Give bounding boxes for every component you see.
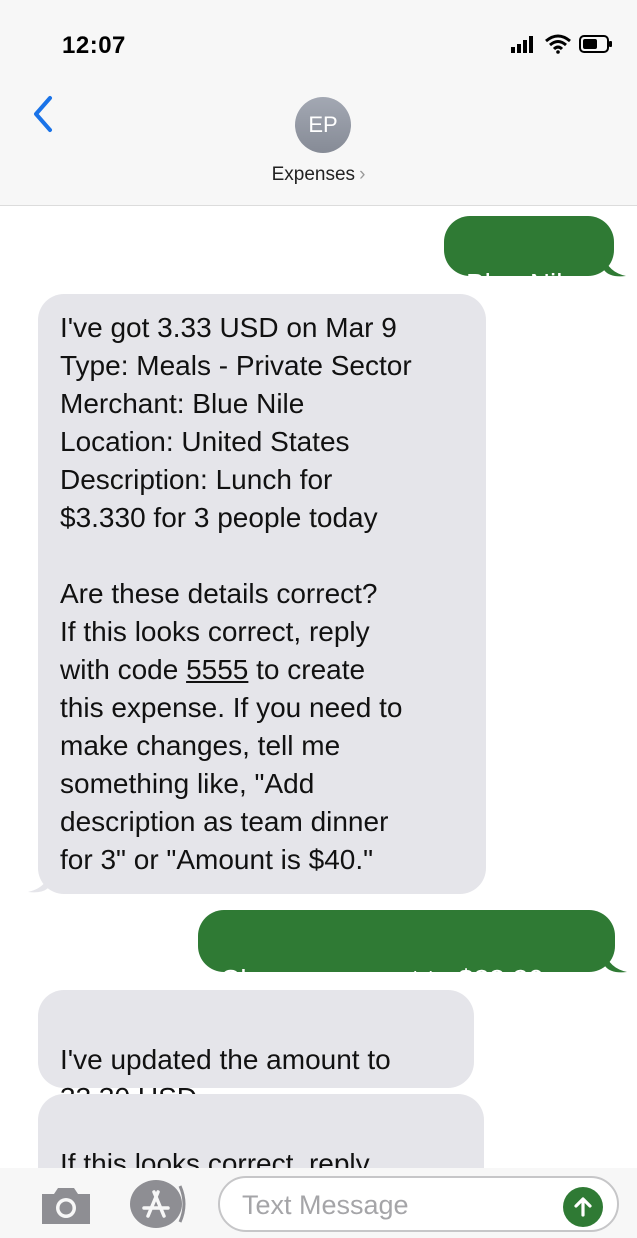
message-input-container[interactable] xyxy=(218,1176,619,1232)
contact-name-button[interactable]: Expenses › xyxy=(0,164,637,186)
bubble-tail xyxy=(604,256,626,277)
message-fragment: with code xyxy=(60,654,187,685)
message-line: Type: Meals - Private Sector xyxy=(60,350,412,381)
send-arrow-icon xyxy=(574,1197,592,1217)
avatar-initials: EP xyxy=(295,97,351,153)
message-line: Merchant: Blue Nile xyxy=(60,388,305,419)
status-time: 12:07 xyxy=(62,32,126,59)
message-bubble-received[interactable]: I've got 3.33 USD on Mar 9 Type: Meals -… xyxy=(38,294,486,894)
message-line: something like, "Add xyxy=(60,768,315,799)
back-chevron-icon xyxy=(34,96,52,132)
message-line: this expense. If you need to xyxy=(60,692,403,723)
message-bubble-sent[interactable]: Blue Nile xyxy=(444,216,614,299)
message-line: Description: Lunch for xyxy=(60,464,333,495)
message-line: with code 5555 to create xyxy=(60,651,486,689)
wifi-icon xyxy=(545,34,571,54)
app-store-icon xyxy=(130,1180,186,1228)
back-button[interactable] xyxy=(28,92,62,136)
message-fragment: to create xyxy=(248,654,366,685)
message-line: If this looks correct, reply xyxy=(60,616,370,647)
message-line: make changes, tell me xyxy=(60,730,341,761)
message-bubble-sent[interactable]: Change amount to $33.30 xyxy=(198,910,615,995)
message-bubble-received[interactable]: I've updated the amount to 33.30 USD. xyxy=(38,990,474,1113)
message-input[interactable] xyxy=(242,1186,562,1224)
message-line: for 3" or "Amount is $40." xyxy=(60,844,374,875)
status-icons xyxy=(511,34,613,54)
contact-name: Expenses xyxy=(271,164,356,185)
bubble-tail xyxy=(605,952,627,973)
camera-icon xyxy=(42,1188,90,1224)
bubble-tail xyxy=(28,872,50,893)
confirmation-code-link[interactable]: 5555 xyxy=(186,654,248,685)
message-line: Are these details correct? xyxy=(60,578,378,609)
message-line: description as team dinner xyxy=(60,806,389,837)
contact-avatar[interactable]: EP xyxy=(293,97,363,153)
message-line: Location: United States xyxy=(60,426,350,457)
send-button[interactable] xyxy=(563,1187,603,1227)
message-line: I've got 3.33 USD on Mar 9 xyxy=(60,312,397,343)
battery-icon xyxy=(579,35,612,53)
message-text: Blue Nile xyxy=(466,268,579,299)
chevron-right-icon: › xyxy=(359,164,366,185)
app-store-button[interactable] xyxy=(128,1178,188,1230)
conversation-header: 12:07 EP Expenses › xyxy=(0,0,637,206)
message-line: $3.330 for 3 people today xyxy=(60,502,378,533)
camera-button[interactable] xyxy=(38,1184,94,1228)
signal-icon xyxy=(511,36,533,53)
